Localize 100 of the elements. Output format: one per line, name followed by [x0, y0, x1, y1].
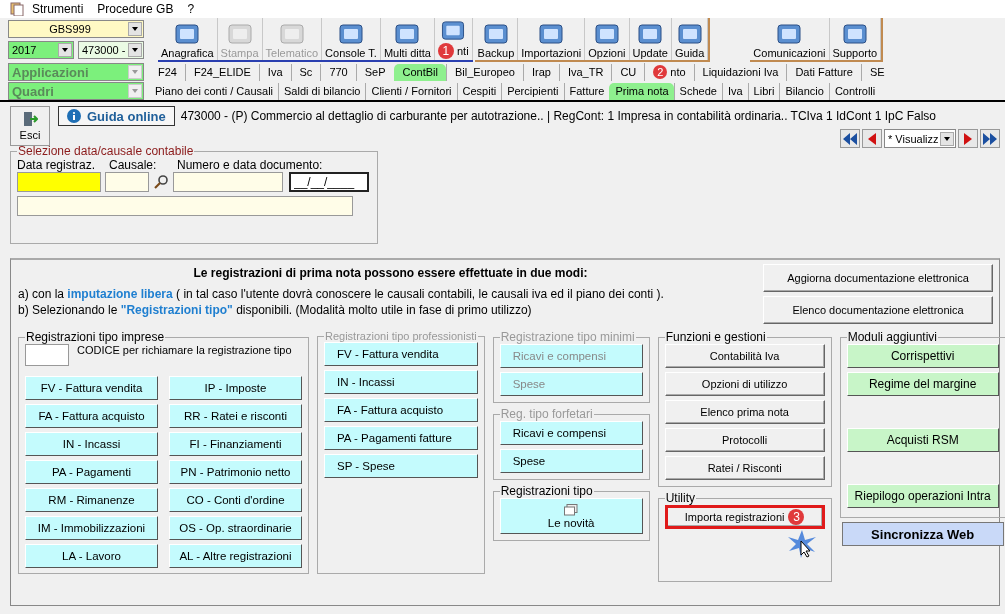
template-button[interactable]: PN - Patrimonio netto: [169, 460, 302, 484]
previous-icon: [867, 132, 877, 145]
section-tab[interactable]: Prima nota: [609, 83, 674, 100]
group-title: Registrazione tipo minimi: [499, 330, 636, 344]
app-tab[interactable]: ContBil: [393, 64, 446, 81]
app-tab[interactable]: Bil_Europeo: [446, 64, 523, 81]
group-title: Reg. tipo forfetari: [499, 407, 594, 421]
section-tab[interactable]: Saldi di bilancio: [278, 83, 366, 100]
section-tab[interactable]: Clienti / Fornitori: [365, 83, 457, 100]
group-title: Funzioni e gestioni: [664, 330, 767, 344]
app-tab[interactable]: SeP: [355, 64, 394, 81]
app-tab[interactable]: 2 nto: [644, 63, 694, 81]
import-button[interactable]: Importa registrazioni 3: [664, 505, 825, 529]
documentation-button[interactable]: Elenco documentazione elettronica: [763, 296, 993, 324]
toolbar-button[interactable]: Opzioni: [585, 18, 630, 60]
date-field[interactable]: [17, 172, 101, 192]
group-title: Registrazioni tipo professionisti: [324, 330, 478, 342]
template-button[interactable]: AL - Altre registrazioni: [169, 544, 302, 568]
module-button[interactable]: Regime del margine: [846, 372, 999, 396]
section-tab[interactable]: Piano dei conti / Causali: [150, 83, 278, 100]
function-button[interactable]: Elenco prima nota: [664, 400, 825, 424]
section-tab[interactable]: Iva: [721, 83, 748, 100]
group-title: Utility: [664, 491, 696, 505]
function-button[interactable]: Opzioni di utilizzo: [664, 372, 825, 396]
callout-badge: 1: [437, 43, 454, 59]
template-button[interactable]: RR - Ratei e risconti: [169, 404, 302, 428]
online-help-button[interactable]: Guida online: [58, 106, 175, 126]
news-button[interactable]: Le novità: [499, 498, 643, 534]
app-tab[interactable]: Iva_TR: [558, 64, 612, 81]
section-tab[interactable]: Schede: [673, 83, 722, 100]
template-button[interactable]: IN - Incassi: [25, 432, 158, 456]
template-button[interactable]: IP - Imposte: [169, 376, 302, 400]
year-combo[interactable]: 2017: [8, 41, 74, 59]
app-tab[interactable]: Sc: [290, 64, 321, 81]
company-info-text: 473000 - (P) Commercio al dettaglio di carburante per autotrazione.. | RegCont: 1 Impresa in contabilità ordinaria.. TCIva 1 IdCont 1 IpC Falso: [180, 109, 936, 123]
template-button[interactable]: FV - Fattura vendita: [25, 376, 158, 400]
intro-heading: Le registrazioni di prima nota possono essere effettuate in due modi:: [192, 266, 589, 280]
activity-combo[interactable]: 473000 -: [78, 41, 144, 59]
section-tab[interactable]: Controlli: [828, 83, 881, 100]
description-field[interactable]: [17, 196, 353, 216]
causal-field[interactable]: [105, 172, 149, 192]
exit-icon: [22, 111, 38, 127]
exit-button[interactable]: Esci: [10, 106, 50, 146]
first-icon: [842, 132, 858, 145]
template-button[interactable]: FI - Finanziamenti: [169, 432, 302, 456]
menu-item[interactable]: ?: [187, 2, 195, 16]
section-tab[interactable]: Libri: [747, 83, 780, 100]
template-button[interactable]: RM - Rimanenze: [25, 488, 158, 512]
document-date-field[interactable]: __/__/____: [289, 172, 369, 192]
field-label: Numero e data documento:: [177, 158, 323, 172]
module-button[interactable]: Acquisti RSM: [846, 428, 999, 452]
documentation-button[interactable]: Aggiorna documentazione elettronica: [763, 264, 993, 292]
menu-item[interactable]: Procedure GB: [97, 2, 174, 16]
panel-title: Selezione data/causale contabile: [17, 144, 195, 158]
sync-web-button[interactable]: Sincronizza Web: [841, 522, 1004, 546]
toolbar-button[interactable]: Anagrafica: [158, 18, 218, 60]
function-button[interactable]: Ratei / Risconti: [664, 456, 825, 480]
last-record-button[interactable]: [980, 129, 1000, 148]
function-button[interactable]: Contabilità Iva: [664, 344, 825, 368]
app-tab[interactable]: Irap: [522, 64, 559, 81]
app-tab[interactable]: SE: [860, 64, 893, 81]
section-tab[interactable]: Bilancio: [779, 83, 829, 100]
toolbar-button[interactable]: Comunicazioni: [750, 18, 830, 60]
field-label: Data registraz.: [17, 158, 97, 172]
toolbar-icon: [338, 22, 364, 46]
app-tab[interactable]: F24: [150, 64, 185, 81]
next-record-button[interactable]: [958, 129, 978, 148]
previous-record-button[interactable]: [862, 129, 882, 148]
template-button[interactable]: OS - Op. straordinarie: [169, 516, 302, 540]
toolbar-icon: [440, 19, 467, 42]
template-button[interactable]: FA - Fattura acquisto: [25, 404, 158, 428]
template-button[interactable]: CO - Conti d'ordine: [169, 488, 302, 512]
module-button[interactable]: Corrispettivi: [846, 344, 999, 368]
menu-item[interactable]: Strumenti: [32, 2, 84, 16]
company-combo[interactable]: GBS999: [8, 20, 144, 38]
toolbar-icon: [676, 22, 703, 46]
toolbar-button[interactable]: Guida: [672, 18, 709, 60]
toolbar-button[interactable]: Console T.: [322, 18, 381, 60]
app-tab[interactable]: CU: [611, 64, 645, 81]
template-button[interactable]: LA - Lavoro: [25, 544, 158, 568]
section-tab[interactable]: Cespiti: [456, 83, 502, 100]
app-tab[interactable]: F24_ELIDE: [184, 64, 259, 81]
function-button[interactable]: Protocolli: [664, 428, 825, 452]
app-tab[interactable]: Dati Fatture: [786, 64, 861, 81]
callout-badge: 2: [653, 65, 668, 79]
document-number-field[interactable]: [173, 172, 283, 192]
app-tab[interactable]: Iva: [258, 64, 291, 81]
first-record-button[interactable]: [840, 129, 860, 148]
section-tab[interactable]: Percipienti: [501, 83, 564, 100]
app-tab[interactable]: 770: [320, 64, 356, 81]
view-filter-combo[interactable]: * Visualizz: [884, 129, 956, 148]
template-button[interactable]: PA - Pagamenti: [25, 460, 158, 484]
last-icon: [982, 132, 998, 145]
toolbar-icon: [841, 22, 868, 46]
code-field[interactable]: [25, 344, 69, 366]
app-tab[interactable]: Liquidazioni Iva: [693, 64, 787, 81]
module-button[interactable]: Riepilogo operazioni Intra: [846, 484, 999, 508]
group-title: Registrazioni tipo: [499, 484, 594, 498]
toolbar-icon: [174, 22, 201, 46]
template-button[interactable]: IM - Immobilizzazioni: [25, 516, 158, 540]
